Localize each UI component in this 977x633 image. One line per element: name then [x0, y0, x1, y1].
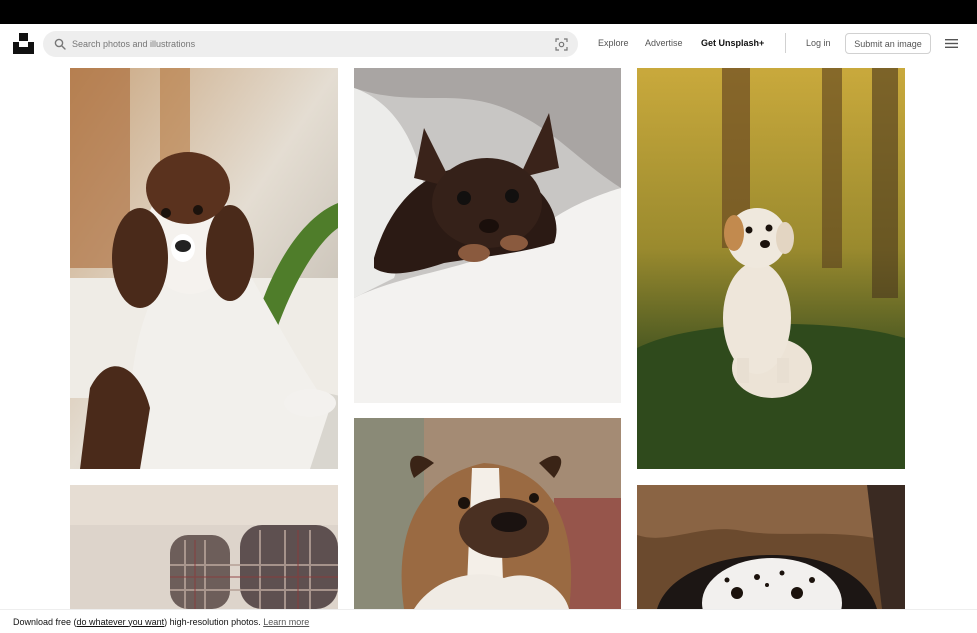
login-link[interactable]: Log in — [806, 38, 831, 48]
photo-dalmatian-peeking[interactable] — [637, 485, 905, 609]
footer-suffix: ) high-resolution photos. — [164, 616, 261, 627]
visual-search-icon[interactable] — [555, 38, 568, 51]
nav-get-unsplash-plus[interactable]: Get Unsplash+ — [701, 38, 764, 48]
footer-banner: Download free (do whatever you want) hig… — [0, 609, 977, 633]
footer-license-link[interactable]: do whatever you want — [77, 617, 165, 627]
top-black-bar — [0, 0, 977, 24]
hamburger-menu-icon[interactable] — [945, 38, 958, 49]
search-bar — [43, 31, 578, 57]
search-icon[interactable] — [54, 38, 66, 50]
photo-cavapoo-in-forest[interactable] — [637, 68, 905, 469]
submit-image-button[interactable]: Submit an image — [845, 33, 931, 54]
nav-advertise[interactable]: Advertise — [645, 38, 683, 48]
photo-bulldog-portrait[interactable] — [354, 418, 621, 609]
learn-more-link[interactable]: Learn more — [263, 617, 309, 627]
nav-explore[interactable]: Explore — [598, 38, 629, 48]
photo-plaid-chair[interactable] — [70, 485, 338, 609]
photo-chihuahua-in-blanket[interactable] — [354, 68, 621, 403]
unsplash-logo-icon[interactable] — [13, 33, 34, 54]
footer-prefix: Download free ( — [13, 616, 77, 627]
nav-divider — [785, 33, 786, 53]
photo-springer-spaniel-puppy[interactable] — [70, 68, 338, 469]
site-header: Explore Advertise Get Unsplash+ Log in S… — [0, 24, 977, 64]
search-input[interactable] — [72, 31, 542, 57]
